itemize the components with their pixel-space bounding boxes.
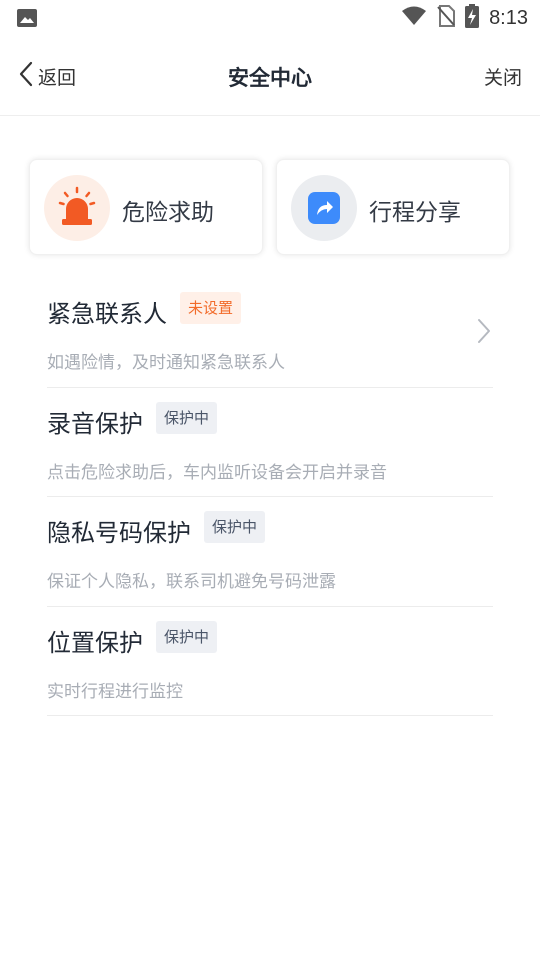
item-description: 实时行程进行监控 — [47, 681, 183, 702]
recording-protection-item[interactable]: 录音保护 保护中 点击危险求助后，车内监听设备会开启并录音 — [47, 388, 493, 497]
alarm-siren-icon — [44, 175, 110, 241]
battery-charging-icon — [465, 4, 480, 32]
privacy-number-protection-item[interactable]: 隐私号码保护 保护中 保证个人隐私，联系司机避免号码泄露 — [47, 497, 493, 607]
trip-share-card[interactable]: 行程分享 — [276, 159, 510, 255]
item-title: 录音保护 — [47, 409, 143, 438]
image-notification-icon — [16, 8, 38, 32]
no-sim-icon — [437, 5, 456, 31]
location-protection-item[interactable]: 位置保护 保护中 实时行程进行监控 — [47, 607, 493, 716]
page-title: 安全中心 — [228, 66, 312, 90]
item-description: 点击危险求助后，车内监听设备会开启并录音 — [47, 462, 387, 483]
emergency-help-card[interactable]: 危险求助 — [29, 159, 263, 255]
safety-settings-list: 紧急联系人 未设置 如遇险情，及时通知紧急联系人 录音保护 保护中 点击危险求助… — [47, 278, 493, 716]
item-description: 保证个人隐私，联系司机避免号码泄露 — [47, 572, 336, 592]
emergency-contact-item[interactable]: 紧急联系人 未设置 如遇险情，及时通知紧急联系人 — [47, 278, 493, 388]
item-description: 如遇险情，及时通知紧急联系人 — [47, 353, 285, 373]
emergency-help-label: 危险求助 — [122, 200, 214, 226]
item-title: 紧急联系人 — [47, 300, 167, 328]
quick-actions: 危险求助 行程分享 — [29, 159, 511, 255]
item-title: 隐私号码保护 — [47, 519, 191, 547]
status-bar: 8:13 — [0, 0, 540, 36]
trip-share-label: 行程分享 — [369, 200, 461, 226]
status-time: 8:13 — [489, 6, 528, 29]
status-badge: 保护中 — [204, 511, 266, 543]
item-title: 位置保护 — [47, 628, 143, 657]
close-button[interactable]: 关闭 — [484, 63, 522, 90]
status-badge: 保护中 — [156, 620, 218, 653]
chevron-right-icon — [477, 318, 491, 348]
status-badge: 未设置 — [180, 292, 242, 324]
share-arrow-icon — [291, 175, 357, 241]
wifi-icon — [401, 6, 427, 30]
status-badge: 保护中 — [156, 401, 218, 434]
nav-bar: 返回 安全中心 关闭 — [0, 36, 540, 116]
